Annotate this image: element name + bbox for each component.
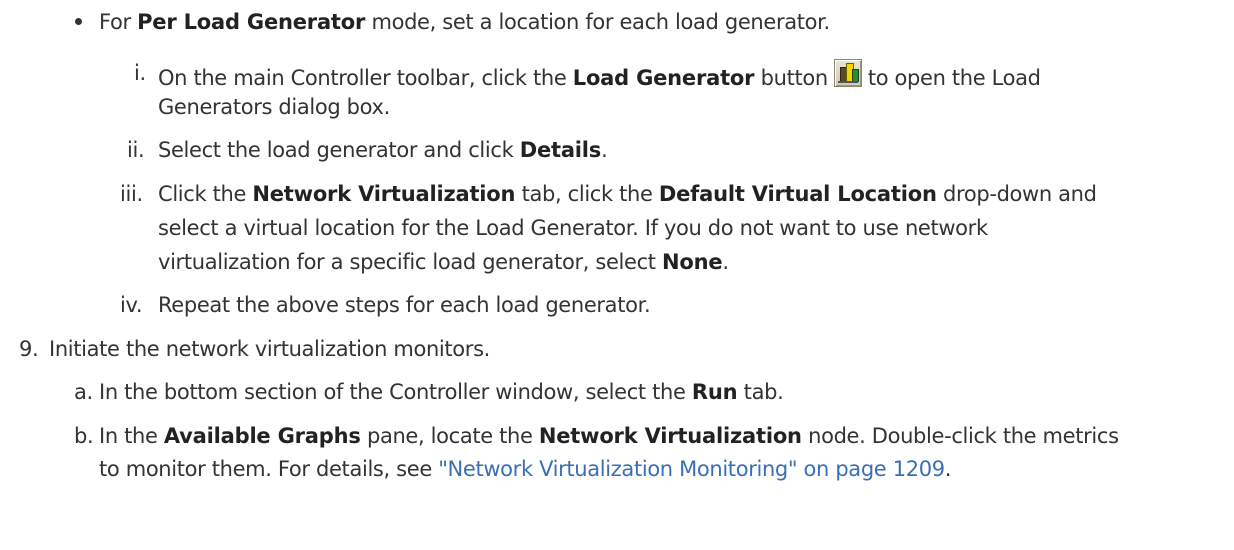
load-generator-toolbar-icon xyxy=(833,59,862,87)
step-text-line: select a virtual location for the Load G… xyxy=(158,216,988,240)
step-marker: iv. xyxy=(120,293,143,317)
details-term: Details xyxy=(519,138,602,162)
step-text-line: virtualization for a specific load gener… xyxy=(158,250,729,274)
step-text-line: Click the Network Virtualization tab, cl… xyxy=(158,182,1097,206)
load-generator-term: Load Generator xyxy=(572,66,755,90)
step-marker: b. xyxy=(74,424,94,448)
run-term: Run xyxy=(691,380,738,404)
step-text-line: Initiate the network virtualization moni… xyxy=(49,337,491,361)
available-graphs-term: Available Graphs xyxy=(163,424,361,448)
step-text-line: In the bottom section of the Controller … xyxy=(99,380,784,404)
step-text-line: Select the load generator and click Deta… xyxy=(158,138,608,162)
step-marker: ii. xyxy=(127,138,145,162)
per-load-generator-term: Per Load Generator xyxy=(137,10,366,34)
step-text-line: Generators dialog box. xyxy=(158,95,390,119)
step-marker: i. xyxy=(134,61,146,85)
step-text-line: to monitor them. For details, see "Netwo… xyxy=(99,457,952,481)
bullet-dot xyxy=(75,18,82,25)
none-term: None xyxy=(662,250,723,274)
network-virtualization-term: Network Virtualization xyxy=(538,424,802,448)
default-virtual-location-term: Default Virtual Location xyxy=(658,182,937,206)
step-text-line: In the Available Graphs pane, locate the… xyxy=(99,424,1119,448)
network-virtualization-monitoring-link[interactable]: "Network Virtualization Monitoring" on p… xyxy=(438,457,945,481)
network-virtualization-term: Network Virtualization xyxy=(252,182,516,206)
step-marker: a. xyxy=(74,380,93,404)
step-text-line: Repeat the above steps for each load gen… xyxy=(158,293,651,317)
step-marker: iii. xyxy=(120,182,143,206)
step-marker: 9. xyxy=(19,337,39,361)
bullet-text: For Per Load Generator mode, set a locat… xyxy=(99,10,830,34)
step-text-line: On the main Controller toolbar, click th… xyxy=(158,59,1041,92)
bullet-list-item: For Per Load Generator mode, set a locat… xyxy=(0,0,1234,44)
